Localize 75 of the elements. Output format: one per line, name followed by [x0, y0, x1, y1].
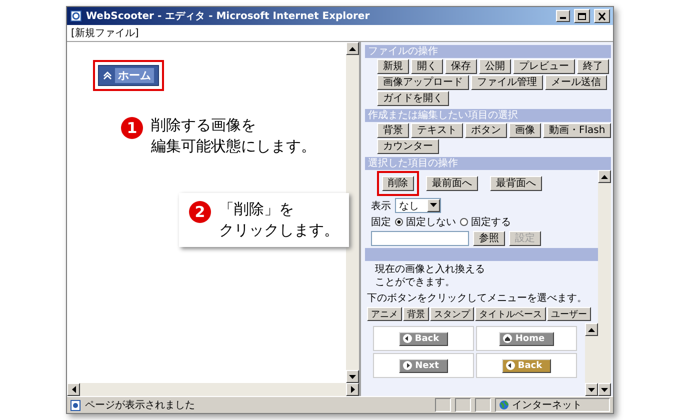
- arrow-right-icon: [403, 361, 412, 370]
- gallery-tab[interactable]: ユーザー: [547, 307, 591, 321]
- section-header: ファイルの操作: [365, 45, 611, 58]
- down-arrow-icon: [349, 374, 356, 378]
- radio-label[interactable]: 固定しない: [406, 215, 456, 229]
- scroll-up-button[interactable]: [346, 42, 359, 55]
- panel-button[interactable]: 公開: [479, 59, 511, 74]
- scroll-down-button[interactable]: [585, 383, 598, 396]
- step-instruction: 「削除」を クリックします。: [219, 199, 339, 241]
- panel-button[interactable]: 動画・Flash: [543, 123, 612, 138]
- panel-button[interactable]: カウンター: [377, 139, 439, 154]
- panel-button[interactable]: プレビュー: [513, 59, 575, 74]
- panel-button[interactable]: 開く: [411, 59, 443, 74]
- maximize-button[interactable]: [574, 9, 590, 23]
- gallery-tab[interactable]: スタンプ: [430, 307, 474, 321]
- panel-button[interactable]: 保存: [445, 59, 477, 74]
- field-label: 固定: [371, 216, 391, 229]
- page-icon: [70, 400, 81, 410]
- chevron-up-icon: [103, 71, 112, 80]
- up-arrow-icon: [588, 328, 595, 332]
- up-arrow-icon: [601, 174, 608, 178]
- panel-button[interactable]: ファイル管理: [471, 75, 543, 90]
- scroll-left-button[interactable]: [67, 383, 80, 396]
- scroll-up-button[interactable]: [585, 323, 598, 336]
- panel-button[interactable]: 背景: [377, 123, 409, 138]
- panel-button[interactable]: テキスト: [411, 123, 463, 138]
- panel-button[interactable]: 新規: [377, 59, 409, 74]
- panel-button[interactable]: 画像: [509, 123, 541, 138]
- scroll-right-button[interactable]: [346, 383, 359, 396]
- panel-button[interactable]: 最背面へ: [490, 176, 542, 191]
- up-arrow-icon: [349, 46, 356, 50]
- dropdown[interactable]: なし: [395, 198, 441, 213]
- gallery-tab[interactable]: タイトルベース: [475, 307, 546, 321]
- panel-button[interactable]: メール送信: [545, 75, 607, 90]
- scroll-down-button[interactable]: [598, 383, 611, 396]
- minimize-icon: [560, 17, 566, 19]
- panel-button[interactable]: 削除: [382, 176, 414, 191]
- minimize-button[interactable]: [556, 10, 570, 22]
- panel-button[interactable]: 画像アップロード: [377, 75, 469, 90]
- panel-button[interactable]: ボタン: [465, 123, 507, 138]
- panel-button[interactable]: ガイドを開く: [377, 91, 449, 106]
- arrow-left-icon: [506, 361, 515, 370]
- scroll-up-button[interactable]: [598, 170, 611, 183]
- globe-icon: [499, 400, 509, 410]
- file-path-field[interactable]: [371, 231, 469, 246]
- replace-note: 現在の画像と入れ換える ことができます。: [374, 263, 486, 289]
- right-arrow-icon: [350, 386, 354, 393]
- step-instruction: 削除する画像を 編集可能状態にします。: [151, 115, 316, 157]
- house-icon: [503, 334, 512, 343]
- step-number-badge: 2: [189, 201, 211, 223]
- close-button[interactable]: [594, 9, 610, 23]
- close-icon: [597, 12, 607, 20]
- security-zone-label: インターネット: [512, 399, 582, 412]
- gallery-tab[interactable]: アニメ: [367, 307, 402, 321]
- gallery-instruction: 下のボタンをクリックしてメニューを選べます。: [366, 292, 588, 305]
- panel-button[interactable]: 参照: [473, 231, 505, 246]
- panel-button[interactable]: 最前面へ: [426, 176, 478, 191]
- section-header: 作成または編集したい項目の選択: [365, 109, 611, 122]
- left-arrow-icon: [72, 386, 76, 393]
- gallery-tab[interactable]: 背景: [403, 307, 429, 321]
- scroll-down-button[interactable]: [346, 370, 359, 383]
- arrow-left-icon: [402, 334, 412, 343]
- maximize-icon: [577, 12, 587, 20]
- step-number-badge: 1: [121, 117, 143, 139]
- window-title: WebScooter - エディタ - Microsoft Internet Explorer: [86, 10, 371, 23]
- radio-label[interactable]: 固定する: [471, 215, 511, 229]
- status-message: ページが表示されました: [85, 398, 196, 412]
- section-header: 選択した項目の操作: [365, 157, 611, 170]
- dropdown-arrow-icon: [430, 203, 437, 208]
- browser-icon: [70, 10, 82, 22]
- radio-button[interactable]: [460, 218, 468, 226]
- file-name-label: [新規ファイル]: [67, 25, 613, 42]
- radio-button[interactable]: [395, 218, 403, 226]
- field-label: 表示: [371, 200, 391, 212]
- panel-button[interactable]: 終了: [577, 59, 609, 74]
